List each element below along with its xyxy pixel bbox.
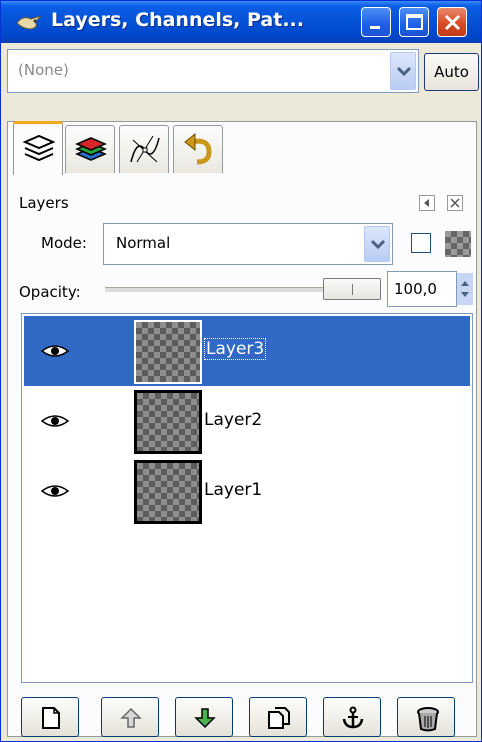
paths-icon — [130, 135, 160, 163]
layers-icon — [22, 134, 56, 162]
minimize-button[interactable] — [361, 7, 391, 37]
minimize-icon — [370, 26, 380, 29]
close-button[interactable] — [437, 7, 467, 37]
layer-name[interactable]: Layer3 — [204, 338, 267, 360]
raise-layer-icon — [120, 707, 142, 728]
close-icon — [450, 198, 460, 208]
raise-layer-button[interactable] — [101, 697, 159, 737]
lock-alpha-icon — [445, 231, 471, 257]
mode-select-value: Normal — [116, 234, 171, 252]
tab-undo-history[interactable] — [173, 125, 223, 173]
tab-paths[interactable] — [119, 125, 169, 173]
image-select-value: (None) — [18, 61, 69, 79]
undo-history-icon — [184, 132, 212, 165]
opacity-spinbox[interactable]: 100,0 — [387, 271, 457, 307]
triangle-left-icon — [424, 199, 429, 207]
new-layer-button[interactable] — [21, 697, 79, 737]
layer-thumbnail — [134, 320, 202, 384]
layers-dock-window: Layers, Channels, Pat... (None) Auto Lay… — [0, 0, 482, 742]
chevron-down-icon — [396, 66, 412, 77]
layer-thumbnail — [134, 460, 202, 524]
opacity-slider-thumb[interactable] — [323, 278, 381, 300]
anchor-layer-button[interactable] — [323, 697, 381, 737]
chevron-down-icon — [370, 239, 386, 250]
layer-row-layer1[interactable]: Layer1 — [24, 456, 470, 526]
lower-layer-button[interactable] — [175, 697, 233, 737]
delete-layer-button[interactable] — [397, 697, 455, 737]
duplicate-layer-button[interactable] — [249, 697, 307, 737]
layer-name[interactable]: Layer2 — [204, 410, 262, 430]
panel-title: Layers — [19, 194, 69, 212]
layer-thumbnail — [134, 390, 202, 454]
delete-layer-icon — [417, 707, 439, 732]
title-bar[interactable]: Layers, Channels, Pat... — [1, 1, 481, 43]
maximize-icon — [406, 14, 423, 30]
anchor-layer-icon — [342, 706, 364, 729]
eye-icon[interactable] — [40, 344, 70, 358]
panel-close-button[interactable] — [447, 195, 463, 211]
lower-layer-icon — [194, 708, 216, 729]
layer-row-layer2[interactable]: Layer2 — [24, 386, 470, 456]
layers-list[interactable]: Layer3 Layer2 Layer1 — [21, 313, 473, 683]
eye-icon[interactable] — [40, 484, 70, 498]
panel-menu-button[interactable] — [419, 195, 435, 211]
mode-label: Mode: — [41, 234, 87, 252]
maximize-button[interactable] — [399, 7, 429, 37]
channels-icon — [75, 137, 107, 161]
layer-name[interactable]: Layer1 — [204, 480, 262, 500]
new-layer-icon — [42, 707, 60, 729]
window-title: Layers, Channels, Pat... — [51, 9, 304, 31]
image-select-dropdown-button[interactable] — [390, 52, 416, 90]
tab-channels[interactable] — [65, 125, 115, 173]
lock-alpha-checkbox[interactable] — [411, 233, 431, 253]
spinner-arrows-icon[interactable] — [457, 273, 473, 305]
close-icon — [444, 14, 461, 31]
layer-row-layer3[interactable]: Layer3 — [24, 316, 470, 386]
duplicate-layer-icon — [268, 707, 290, 729]
eye-icon[interactable] — [40, 414, 70, 428]
auto-button[interactable]: Auto — [424, 53, 479, 91]
gimp-wilber-icon — [16, 15, 42, 30]
tab-layers[interactable] — [13, 121, 63, 175]
mode-select[interactable]: Normal — [103, 223, 393, 265]
opacity-label: Opacity: — [19, 283, 81, 301]
mode-dropdown-button[interactable] — [364, 226, 390, 262]
image-select[interactable]: (None) — [7, 49, 419, 93]
